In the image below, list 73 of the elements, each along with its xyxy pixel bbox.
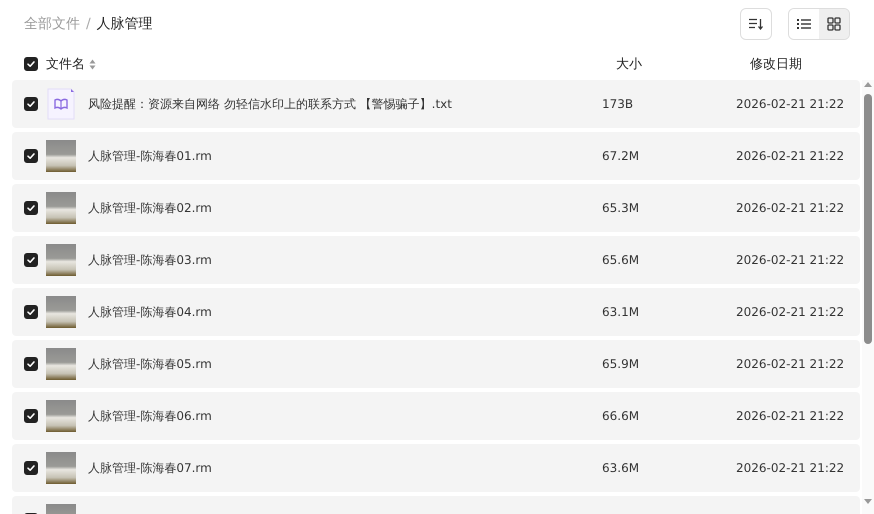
check-icon xyxy=(25,410,37,422)
modified-date: 2026-02-21 21:22 xyxy=(736,201,846,215)
video-thumbnail xyxy=(46,140,76,172)
scroll-down-icon[interactable] xyxy=(863,496,873,506)
sort-button[interactable] xyxy=(740,8,772,40)
file-size: 63.6M xyxy=(602,461,640,475)
file-row[interactable]: 人脉管理-陈海春07.rm 63.6M 2026-02-21 21:22 xyxy=(12,444,860,492)
file-size: 65.3M xyxy=(602,201,640,215)
breadcrumb-separator: / xyxy=(86,16,91,32)
scroll-up-icon[interactable] xyxy=(863,80,873,90)
video-thumbnail xyxy=(46,244,76,276)
check-icon xyxy=(25,150,37,162)
check-icon xyxy=(25,306,37,318)
file-name[interactable]: 人脉管理-陈海春04.rm xyxy=(86,304,594,320)
modified-date: 2026-02-21 21:22 xyxy=(736,97,846,111)
checkbox[interactable] xyxy=(24,409,38,423)
file-size: 63.1M xyxy=(602,305,640,319)
checkbox[interactable] xyxy=(24,97,38,111)
checkbox[interactable] xyxy=(24,461,38,475)
check-icon xyxy=(25,254,37,266)
modified-column-header[interactable]: 修改日期 xyxy=(750,55,850,73)
file-name[interactable]: 风险提醒：资源来自网络 勿轻信水印上的联系方式 【警惕骗子】.txt xyxy=(86,96,594,112)
grid-icon xyxy=(827,17,841,31)
check-icon xyxy=(25,98,37,110)
file-size: 66.6M xyxy=(602,409,640,423)
sort-icon xyxy=(749,18,763,30)
check-icon xyxy=(25,58,37,70)
file-name[interactable]: 人脉管理-陈海春06.rm xyxy=(86,408,594,424)
file-row[interactable]: 人脉管理-陈海春02.rm 65.3M 2026-02-21 21:22 xyxy=(12,184,860,232)
modified-date: 2026-02-21 21:22 xyxy=(736,253,846,267)
scrollbar-thumb[interactable] xyxy=(864,94,872,344)
file-row[interactable]: 人脉管理-陈海春03.rm 65.6M 2026-02-21 21:22 xyxy=(12,236,860,284)
name-column-header[interactable]: 文件名 xyxy=(46,55,85,73)
checkbox[interactable] xyxy=(24,57,38,71)
document-icon xyxy=(47,88,75,120)
breadcrumb-item[interactable]: 人脉管理 xyxy=(96,15,153,33)
file-name[interactable]: 人脉管理-陈海春02.rm xyxy=(86,200,594,216)
modified-date: 2026-02-21 21:22 xyxy=(736,409,846,423)
file-row[interactable]: 人脉管理-陈海春05.rm 65.9M 2026-02-21 21:22 xyxy=(12,340,860,388)
file-row[interactable]: 风险提醒：资源来自网络 勿轻信水印上的联系方式 【警惕骗子】.txt 173B 2026-02-21 21:22 xyxy=(12,80,860,128)
file-name[interactable]: 人脉管理-陈海春03.rm xyxy=(86,252,594,268)
file-size: 65.9M xyxy=(602,357,640,371)
file-size: 67.2M xyxy=(602,149,640,163)
modified-date: 2026-02-21 21:22 xyxy=(736,149,846,163)
check-icon xyxy=(25,358,37,370)
video-thumbnail xyxy=(46,452,76,484)
sort-toggle-icon[interactable] xyxy=(89,58,96,70)
video-thumbnail xyxy=(46,400,76,432)
checkbox[interactable] xyxy=(24,253,38,267)
modified-date: 2026-02-21 21:22 xyxy=(736,305,846,319)
checkbox[interactable] xyxy=(24,357,38,371)
checkbox[interactable] xyxy=(24,201,38,215)
file-name[interactable]: 人脉管理-陈海春05.rm xyxy=(86,356,594,372)
file-row[interactable]: 人脉管理-陈海春01.rm 67.2M 2026-02-21 21:22 xyxy=(12,132,860,180)
list-icon xyxy=(797,18,811,30)
file-row[interactable]: 人脉管理-陈海春04.rm 63.1M 2026-02-21 21:22 xyxy=(12,288,860,336)
file-size: 65.6M xyxy=(602,253,640,267)
check-icon xyxy=(25,202,37,214)
file-size: 173B xyxy=(602,97,634,111)
video-thumbnail xyxy=(46,192,76,224)
modified-date: 2026-02-21 21:22 xyxy=(736,461,846,475)
file-row[interactable]: 人脉管理-陈海春06.rm 66.6M 2026-02-21 21:22 xyxy=(12,392,860,440)
checkbox[interactable] xyxy=(24,149,38,163)
video-thumbnail xyxy=(46,348,76,380)
scrollbar[interactable] xyxy=(862,80,874,514)
modified-date: 2026-02-21 21:22 xyxy=(736,357,846,371)
file-name[interactable]: 人脉管理-陈海春07.rm xyxy=(86,460,594,476)
video-thumbnail xyxy=(46,296,76,328)
file-name[interactable]: 人脉管理-陈海春01.rm xyxy=(86,148,594,164)
size-column-header[interactable]: 大小 xyxy=(616,55,742,73)
check-icon xyxy=(25,462,37,474)
list-view-button[interactable] xyxy=(789,9,819,39)
checkbox[interactable] xyxy=(24,305,38,319)
